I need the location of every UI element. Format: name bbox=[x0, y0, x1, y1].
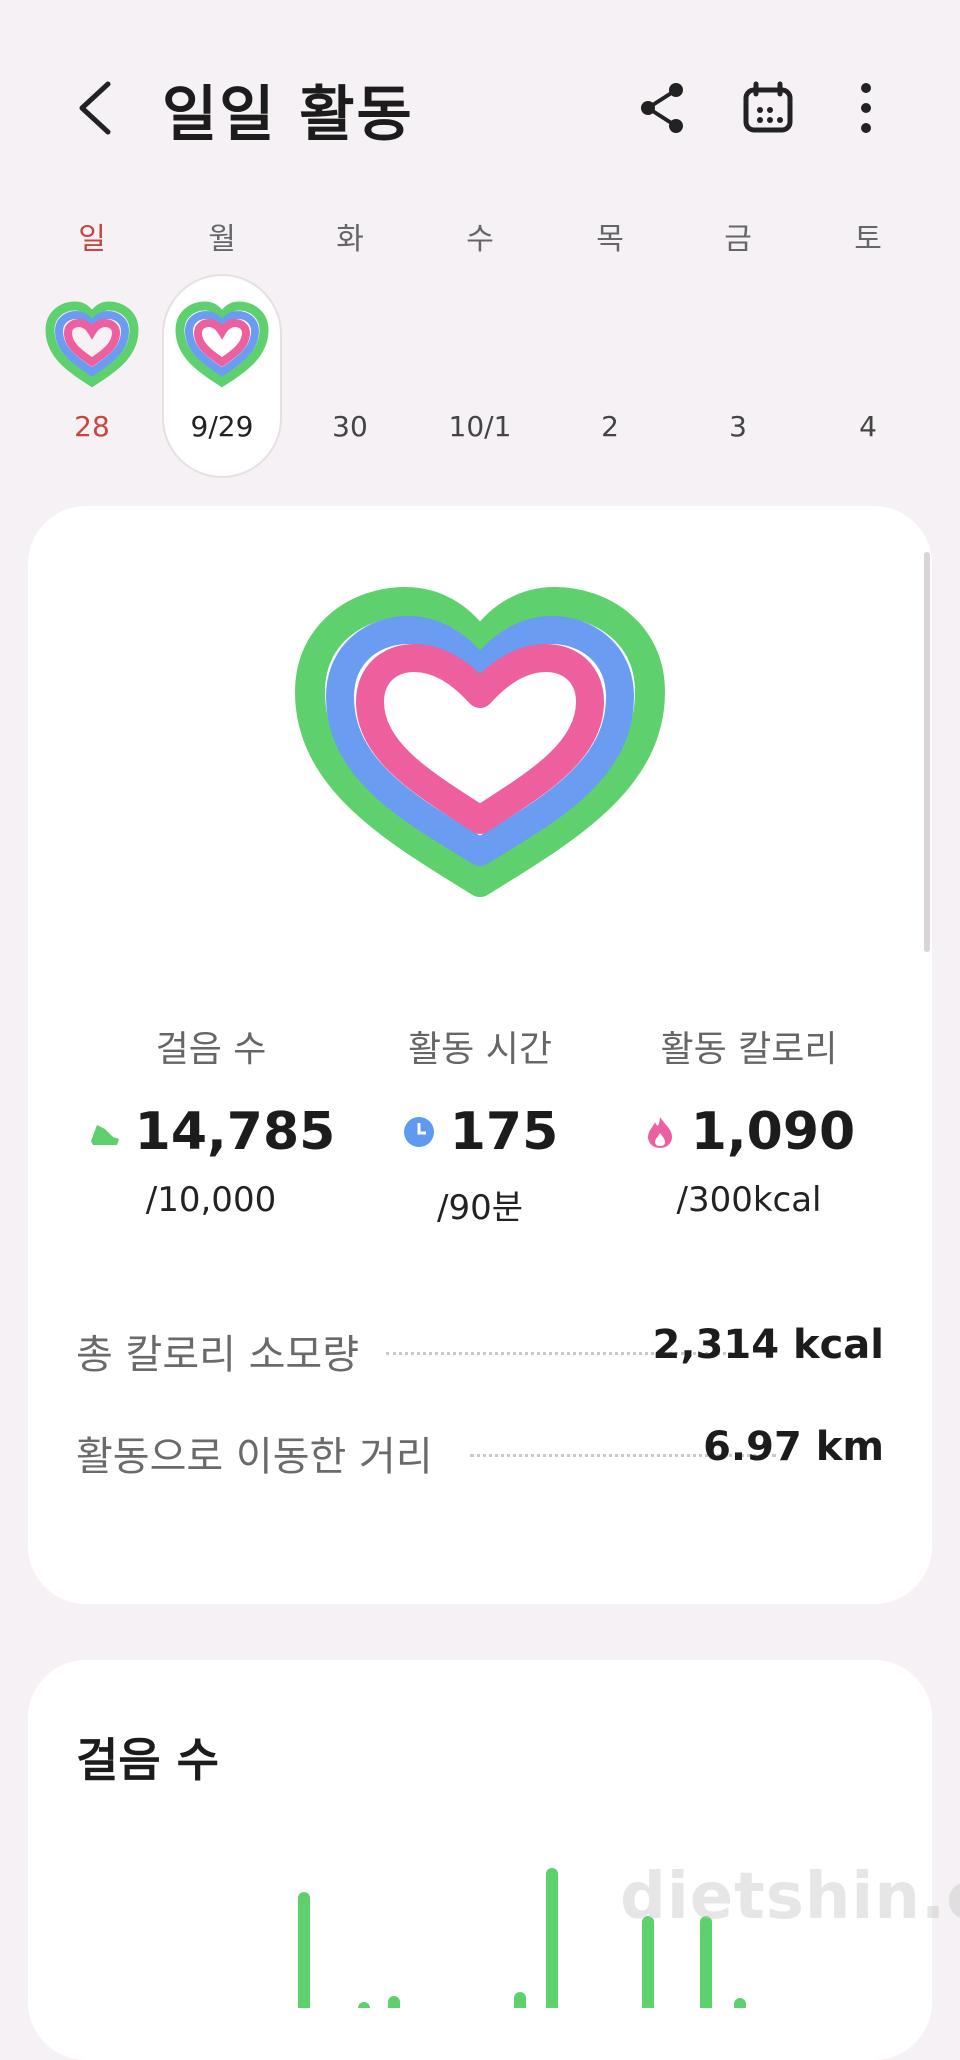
steps-stat[interactable]: 걸음 수 14,785 /10,000 bbox=[66, 1020, 356, 1220]
day-name: 화 bbox=[336, 222, 364, 257]
scrollbar[interactable] bbox=[924, 552, 930, 952]
day-name: 토 bbox=[854, 222, 882, 257]
hour-bar bbox=[514, 1992, 526, 2008]
section-title: 걸음 수 bbox=[76, 1733, 219, 1787]
more-vertical-icon[interactable] bbox=[836, 78, 896, 138]
day-date: 28 bbox=[74, 410, 110, 443]
day-3[interactable]: 수 10/1 bbox=[420, 200, 540, 490]
day-name: 금 bbox=[724, 222, 752, 257]
stat-value: 1,090 bbox=[690, 1102, 856, 1162]
active-calories-stat[interactable]: 활동 칼로리 1,090 /300kcal bbox=[604, 1020, 894, 1220]
hour-bar bbox=[358, 2002, 370, 2008]
day-5[interactable]: 금3 bbox=[678, 200, 798, 490]
day-date: 10/1 bbox=[448, 410, 512, 443]
stat-label: 활동 시간 bbox=[408, 1029, 552, 1070]
day-0[interactable]: 일 28 bbox=[32, 200, 152, 490]
hour-bar bbox=[388, 1996, 400, 2008]
hour-bar bbox=[298, 1892, 310, 2008]
day-date: 30 bbox=[332, 410, 368, 443]
share-icon[interactable] bbox=[632, 78, 692, 138]
day-date: 3 bbox=[729, 410, 747, 443]
distance-row: 활동으로 이동한 거리 6.97 km bbox=[76, 1424, 884, 1484]
day-2[interactable]: 화 30 bbox=[290, 200, 410, 490]
row-value: 6.97 km bbox=[703, 1424, 884, 1470]
row-label: 활동으로 이동한 거리 bbox=[76, 1434, 433, 1480]
activity-ring-heart-icon bbox=[175, 301, 269, 388]
day-name: 월 bbox=[208, 222, 236, 257]
app-header: 일일 활동 bbox=[0, 0, 960, 210]
stat-value: 175 bbox=[449, 1102, 559, 1162]
active-time-stat[interactable]: 활동 시간 175 /90분 bbox=[335, 1020, 625, 1229]
day-date: 2 bbox=[601, 410, 619, 443]
stat-label: 활동 칼로리 bbox=[660, 1029, 838, 1070]
week-selector: 일 28 월 9/29 화 30 수 10/1 목 2 금 3 토 4 bbox=[0, 200, 960, 490]
stat-value: 14,785 bbox=[134, 1102, 336, 1162]
day-name: 목 bbox=[596, 222, 624, 257]
day-name: 수 bbox=[466, 222, 494, 257]
day-6[interactable]: 토4 bbox=[808, 200, 928, 490]
day-date: 4 bbox=[859, 410, 877, 443]
clock-icon bbox=[403, 1117, 434, 1147]
day-1[interactable]: 월 9/29 bbox=[162, 200, 282, 490]
flame-icon bbox=[647, 1117, 672, 1148]
day-date: 9/29 bbox=[190, 410, 254, 443]
stat-goal: /300kcal bbox=[676, 1180, 822, 1220]
activity-ring-heart-icon bbox=[45, 301, 139, 388]
page-title: 일일 활동 bbox=[162, 80, 414, 150]
row-label: 총 칼로리 소모량 bbox=[76, 1332, 360, 1378]
calendar-icon[interactable] bbox=[738, 78, 798, 138]
activity-rings-heart bbox=[295, 587, 665, 897]
day-name: 일 bbox=[78, 222, 106, 257]
stat-goal: /10,000 bbox=[145, 1180, 277, 1220]
total-calories-row: 총 칼로리 소모량 2,314 kcal bbox=[76, 1322, 884, 1382]
hour-bar bbox=[546, 1868, 558, 2008]
chevron-left-icon[interactable] bbox=[72, 78, 120, 138]
stat-goal: /90분 bbox=[437, 1188, 523, 1228]
watermark: dietshin.com bbox=[620, 1860, 960, 1934]
stat-label: 걸음 수 bbox=[155, 1029, 267, 1070]
row-value: 2,314 kcal bbox=[652, 1322, 884, 1368]
hour-bar bbox=[734, 1998, 746, 2008]
shoe-icon bbox=[90, 1125, 119, 1145]
day-4[interactable]: 목2 bbox=[550, 200, 670, 490]
